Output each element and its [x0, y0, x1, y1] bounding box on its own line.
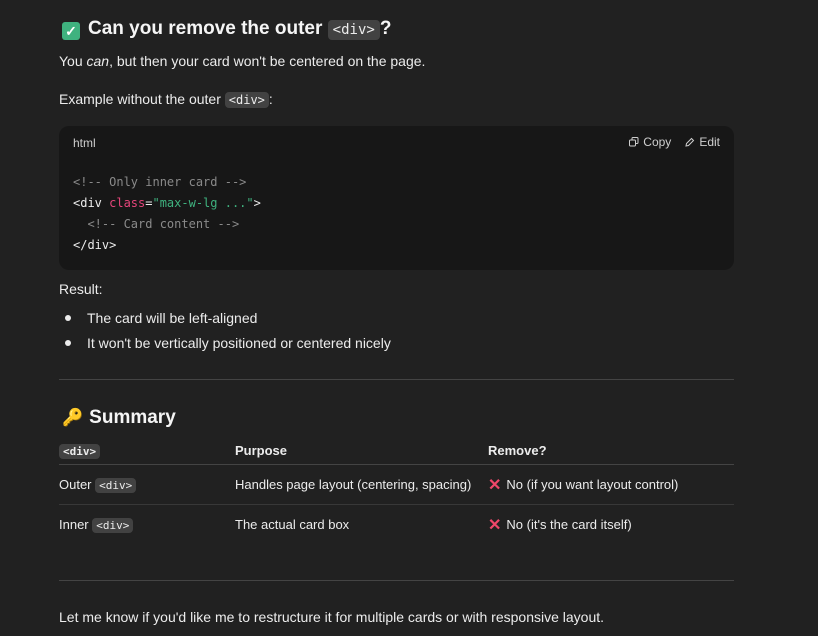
emphasis-text: can	[86, 53, 110, 69]
table-cell: Outer <div>	[59, 464, 235, 505]
result-list: The card will be left-aligned It won't b…	[59, 309, 739, 359]
summary-heading-text: Summary	[89, 407, 176, 428]
summary-table: <div> Purpose Remove? Outer <div> Handle…	[59, 436, 734, 544]
table-cell: ✕ No (if you want layout control)	[488, 464, 734, 505]
result-label: Result:	[59, 281, 103, 297]
copy-label: Copy	[643, 135, 672, 149]
paragraph-text: , but then your card won't be centered o…	[109, 53, 426, 69]
inline-code: <div>	[95, 478, 137, 493]
table-cell: The actual card box	[235, 517, 350, 532]
table-row: Inner <div> The actual card box ✕ No (it'…	[59, 505, 734, 545]
code-content: <!-- Only inner card --> <div class="max…	[73, 172, 261, 256]
heading-text: Can you remove the outer	[88, 18, 323, 39]
code-line-3: <!-- Card content -->	[73, 217, 240, 231]
divider	[59, 379, 734, 380]
table-cell: Inner <div>	[59, 505, 235, 545]
column-header: <div>	[59, 436, 235, 465]
cross-mark-icon: ✕	[488, 516, 502, 534]
summary-heading: 🔑 Summary	[62, 407, 176, 429]
code-line-2: <div class="max-w-lg ...">	[73, 196, 261, 210]
paragraph-text: Example without the outer	[59, 91, 225, 107]
paragraph-text: :	[268, 91, 273, 107]
paragraph-example: Example without the outer <div>:	[59, 91, 273, 108]
section-heading: ✓ Can you remove the outer <div>?	[62, 18, 391, 40]
cell-text: No (if you want layout control)	[506, 476, 679, 492]
cell-text: No (it's the card itself)	[506, 516, 632, 532]
code-line-1: <!-- Only inner card -->	[73, 175, 247, 189]
table-cell: ✕ No (it's the card itself)	[488, 505, 734, 545]
table-header-row: <div> Purpose Remove?	[59, 436, 734, 465]
pencil-icon	[685, 137, 695, 147]
code-language-label: html	[73, 136, 96, 150]
check-mark-icon: ✓	[62, 22, 80, 40]
divider	[59, 580, 734, 581]
cell-text: Outer	[59, 477, 96, 492]
inline-code: <div>	[224, 92, 269, 108]
copy-button[interactable]: Copy	[629, 135, 671, 149]
code-attr: class	[109, 196, 146, 210]
closing-paragraph: Let me know if you'd like me to restruct…	[59, 609, 605, 625]
paragraph-answer: You can, but then your card won't be cen…	[59, 53, 425, 69]
edit-label: Edit	[699, 135, 720, 149]
chat-message: ✓ Can you remove the outer <div>? You can…	[0, 0, 818, 636]
inline-code: <div>	[59, 443, 101, 459]
code-tag: >	[253, 196, 261, 210]
inline-code: <div>	[92, 518, 134, 533]
table-row: Outer <div> Handles page layout (centeri…	[59, 464, 734, 505]
code-line-4: </div>	[73, 238, 117, 252]
paragraph-text: You	[59, 53, 87, 69]
column-header: Purpose	[235, 436, 488, 465]
column-header: Remove?	[488, 436, 734, 465]
key-icon: 🔑	[62, 408, 84, 427]
list-item: The card will be left-aligned	[59, 309, 739, 334]
table-cell: Handles page layout (centering, spacing)	[235, 464, 488, 505]
edit-button[interactable]: Edit	[685, 135, 720, 149]
code-actions: Copy Edit	[629, 135, 720, 149]
heading-inline-code: <div>	[327, 20, 380, 40]
cell-text: Inner	[59, 517, 93, 532]
code-string: "max-w-lg ..."	[152, 196, 254, 210]
copy-icon	[629, 137, 639, 147]
list-item: It won't be vertically positioned or cen…	[59, 334, 739, 359]
cross-mark-icon: ✕	[488, 476, 502, 494]
heading-question-mark: ?	[379, 18, 392, 39]
code-block: html Copy Edit <!-- Only inner card --> …	[59, 126, 734, 270]
code-tag: <div	[73, 196, 110, 210]
